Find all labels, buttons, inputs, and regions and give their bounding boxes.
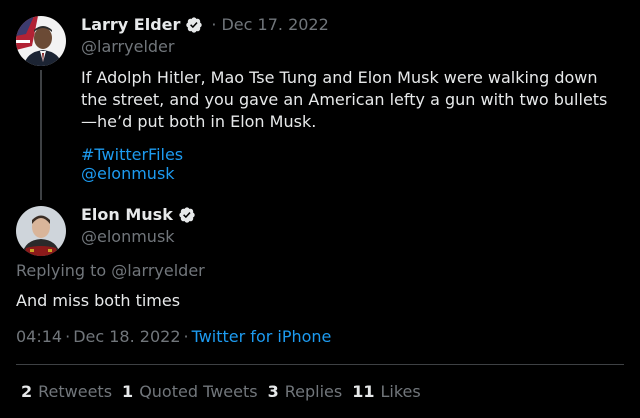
author-name[interactable]: Larry Elder <box>81 15 180 34</box>
avatar-elon-musk[interactable] <box>16 206 66 256</box>
tweet-source[interactable]: Twitter for iPhone <box>192 327 332 346</box>
hashtag-link[interactable]: #TwitterFiles <box>81 145 183 164</box>
tweet-date[interactable]: Dec 18. 2022 <box>73 327 180 346</box>
verified-badge-icon <box>185 16 203 34</box>
author-name[interactable]: Elon Musk <box>81 205 173 224</box>
separator-dot: · <box>183 327 189 346</box>
replies-stat[interactable]: 3 Replies <box>268 382 343 401</box>
author-handle[interactable]: @larryelder <box>81 37 174 56</box>
retweets-stat[interactable]: 2 Retweets <box>21 382 112 401</box>
original-tweet-text: If Adolph Hitler, Mao Tse Tung and Elon … <box>81 68 608 131</box>
replying-to-handle[interactable]: @larryelder <box>111 261 204 280</box>
tweet-meta: 04:14 · Dec 18. 2022 · Twitter for iPhon… <box>16 327 331 346</box>
quoted-tweets-stat[interactable]: 1 Quoted Tweets <box>122 382 258 401</box>
original-tweet-header: Larry Elder · Dec 17. 2022 <box>81 15 329 34</box>
mention-link[interactable]: @elonmusk <box>81 164 175 183</box>
divider <box>16 364 624 365</box>
tweet-date[interactable]: Dec 17. 2022 <box>221 15 328 34</box>
thread-connector-line <box>40 70 42 200</box>
engagement-stats: 2 Retweets 1 Quoted Tweets 3 Replies 11 … <box>21 382 431 401</box>
quoted-count: 1 <box>122 382 134 401</box>
replying-to-line: Replying to @larryelder <box>16 261 205 280</box>
separator-dot: · <box>211 15 217 34</box>
likes-label: Likes <box>380 382 421 401</box>
retweets-label: Retweets <box>38 382 113 401</box>
separator-dot: · <box>65 327 71 346</box>
author-handle[interactable]: @elonmusk <box>81 227 175 246</box>
replying-to-prefix: Replying to <box>16 261 107 280</box>
reply-tweet-header: Elon Musk <box>81 205 196 224</box>
likes-stat[interactable]: 11 Likes <box>352 382 421 401</box>
verified-badge-icon <box>178 206 196 224</box>
replies-label: Replies <box>284 382 343 401</box>
avatar-larry-elder[interactable] <box>16 16 66 66</box>
likes-count: 11 <box>352 382 375 401</box>
replies-count: 3 <box>267 382 279 401</box>
tweet-time[interactable]: 04:14 <box>16 327 62 346</box>
quoted-label: Quoted Tweets <box>139 382 258 401</box>
retweets-count: 2 <box>21 382 33 401</box>
reply-tweet-text: And miss both times <box>16 291 181 310</box>
